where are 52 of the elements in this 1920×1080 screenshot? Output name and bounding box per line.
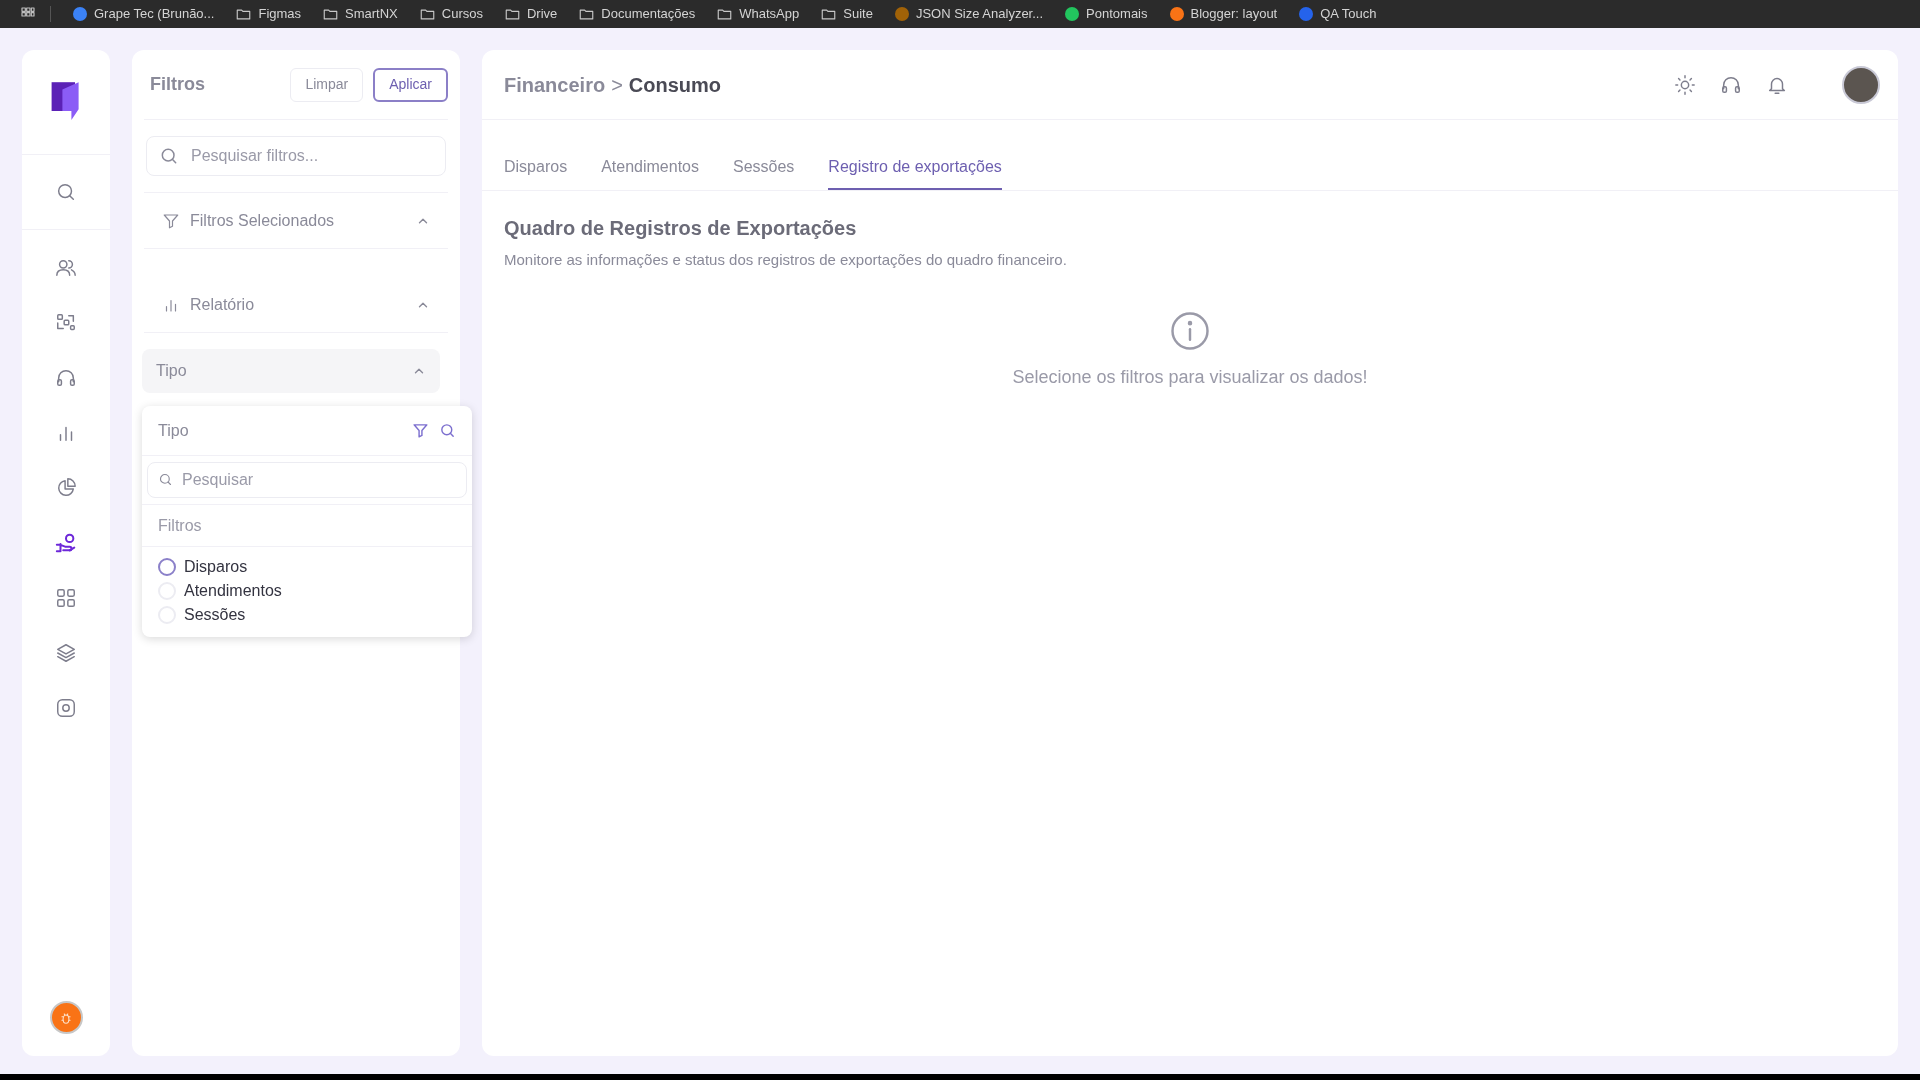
search-icon[interactable] [439,422,456,439]
bookmark-link[interactable]: WhatsApp [717,4,800,24]
bookmark-link[interactable]: QA Touch [1299,4,1377,24]
breadcrumb-separator: > [611,72,623,98]
filter-icon[interactable] [412,422,429,439]
bug-icon [59,1010,73,1025]
folder-icon [505,6,520,22]
bug-report-button[interactable] [49,1001,83,1034]
search-icon [159,146,179,166]
folder-icon [579,6,595,22]
empty-state-message: Selecione os filtros para visualizar os dados! [1012,365,1368,389]
group-label: Filtros [158,515,202,536]
bookmark-link[interactable]: Grape Tec (Brunão... [73,4,215,24]
bookmark-link[interactable]: Figmas [236,4,302,24]
tab[interactable]: Registro de exportações [828,146,1002,190]
option-item[interactable]: Disparos [158,555,456,579]
bookmark-link[interactable]: SmartNX [323,4,398,24]
pie-chart-icon[interactable] [55,476,77,499]
option-item[interactable]: Sessões [158,603,456,627]
panel-title: Filtros [150,73,206,96]
search-field[interactable]: Pesquisar filtros... [146,136,446,176]
apply-button[interactable]: Aplicar [373,67,448,102]
filter-icon [162,211,180,230]
bookmark-link[interactable]: Pontomais [1065,4,1148,24]
search-icon[interactable] [55,181,77,203]
bookmark-link[interactable]: Drive [505,4,558,24]
folder-icon [323,6,339,22]
tab[interactable]: Disparos [504,146,568,190]
search-icon [158,472,173,487]
bookmark-link[interactable]: Documentações [579,4,696,24]
popup-title: Tipo [158,420,190,441]
section-subtitle: Monitore as informações e status dos registros de exportações do quadro financeiro. [503,250,1068,270]
grid-icon[interactable] [55,586,77,609]
folder-icon [821,6,837,22]
bookmark-link[interactable]: JSON Size Analyzer... [894,4,1044,24]
section-title: Quadro de Registros de Exportações [503,216,858,241]
bookmark-link[interactable]: Suite [821,4,873,24]
breadcrumb-current: Consumo [628,72,722,98]
radio-button[interactable] [158,558,176,576]
folder-icon [717,6,733,22]
folder-icon [419,6,435,22]
sun-icon[interactable] [1674,73,1696,96]
layers-icon[interactable] [55,641,77,664]
option-item[interactable]: Atendimentos [158,579,456,603]
tab[interactable]: Atendimentos [601,146,699,190]
search-field[interactable]: Pesquisar [147,462,467,498]
folder-icon [236,6,252,22]
bookmark-link[interactable]: Cursos [419,4,483,24]
tab[interactable]: Sessões [733,146,795,190]
user-avatar[interactable] [1842,65,1880,104]
info-icon [1169,309,1211,352]
bookmark-link[interactable]: Blogger: layout [1169,4,1278,24]
